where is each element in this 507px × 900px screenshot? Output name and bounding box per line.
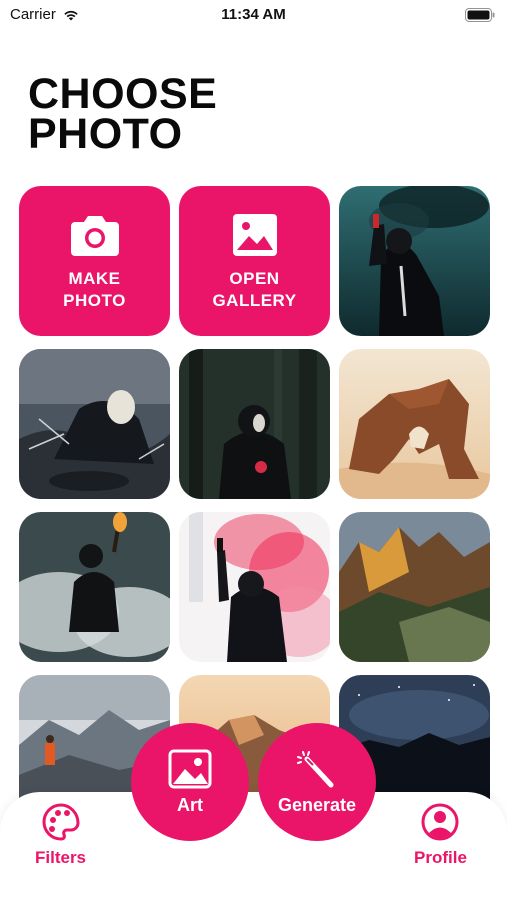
art-button[interactable]: Art xyxy=(131,723,249,841)
red-smoke-flare-photo xyxy=(179,512,330,662)
smoke-fire-photo xyxy=(19,512,170,662)
desert-rock-arch-photo xyxy=(339,349,490,499)
make-photo-label: MAKE PHOTO xyxy=(63,269,126,310)
tab-filters[interactable]: Filters xyxy=(35,802,86,868)
photo-thumbnail[interactable] xyxy=(339,512,490,662)
camera-icon xyxy=(70,216,119,256)
photo-thumbnail[interactable] xyxy=(19,512,170,662)
mountain-sunset-photo xyxy=(339,512,490,662)
hooded-figure-forest-photo xyxy=(179,349,330,499)
art-label: Art xyxy=(177,794,203,815)
palette-icon xyxy=(42,803,80,841)
open-gallery-label: OPEN GALLERY xyxy=(212,269,297,310)
image-icon xyxy=(232,214,277,256)
generate-label: Generate xyxy=(277,794,357,815)
user-icon xyxy=(421,803,459,841)
masked-man-photo xyxy=(19,349,170,499)
photo-thumbnail[interactable] xyxy=(179,512,330,662)
photo-grid: MAKE PHOTO OPEN GALLERY xyxy=(0,0,507,825)
open-gallery-button[interactable]: OPEN GALLERY xyxy=(179,186,330,336)
tab-filters-label: Filters xyxy=(35,848,87,867)
app-screen: Carrier 11:34 AM CHOOSE PHOTO MAKE PHOTO xyxy=(0,0,507,900)
generate-button[interactable]: Generate xyxy=(258,723,376,841)
photo-thumbnail[interactable] xyxy=(339,349,490,499)
make-photo-button[interactable]: MAKE PHOTO xyxy=(19,186,170,336)
bottom-tab-bar: Filters Profile xyxy=(0,792,507,900)
image-icon xyxy=(168,749,212,788)
photo-thumbnail[interactable] xyxy=(179,349,330,499)
photo-thumbnail[interactable] xyxy=(339,186,490,336)
tab-profile-label: Profile xyxy=(414,848,467,867)
magic-wand-icon xyxy=(297,750,334,787)
smoke-flare-photo xyxy=(339,186,490,336)
photo-thumbnail[interactable] xyxy=(19,349,170,499)
tab-profile[interactable]: Profile xyxy=(414,802,467,868)
